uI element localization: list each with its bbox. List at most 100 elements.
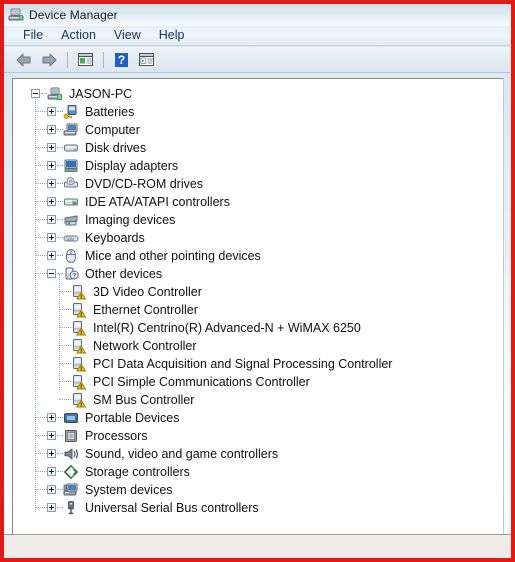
expand-box-ide-ata-atapi-controllers[interactable]	[47, 197, 56, 206]
tree-connector	[35, 435, 47, 436]
tree-label-storage-controllers: Storage controllers	[85, 465, 190, 479]
tree-label-imaging-devices: Imaging devices	[85, 213, 176, 227]
expand-box-universal-serial-bus-controllers[interactable]	[47, 503, 56, 512]
tree-row-universal-serial-bus-controllers[interactable]: Universal Serial Bus controllers	[13, 499, 503, 517]
processor-icon	[63, 428, 79, 444]
menu-file[interactable]: File	[14, 26, 52, 45]
unknown-device-warning-icon	[71, 302, 87, 318]
tree-label-universal-serial-bus-controllers: Universal Serial Bus controllers	[85, 501, 259, 515]
tree-label-computer: Computer	[85, 123, 140, 137]
tree-connector	[35, 183, 47, 184]
system-device-icon	[63, 482, 79, 498]
keyboard-icon	[63, 230, 79, 246]
tree-connector	[35, 201, 47, 202]
tree-connector	[35, 471, 47, 472]
menu-view[interactable]: View	[105, 26, 150, 45]
tree-row-sm-bus-controller[interactable]: SM Bus Controller	[13, 391, 503, 409]
tree-rows: Batteries Computer Disk drives Display adap…	[13, 103, 503, 517]
tree-label-disk-drives: Disk drives	[85, 141, 147, 155]
tree-row-sound-video-and-game-controllers[interactable]: Sound, video and game controllers	[13, 445, 503, 463]
properties-icon[interactable]	[73, 49, 97, 71]
expand-box-keyboards[interactable]	[47, 233, 56, 242]
tree-label-3d-video-controller: 3D Video Controller	[93, 285, 202, 299]
expand-box-dvd-cd-rom-drives[interactable]	[47, 179, 56, 188]
expand-box-sound-video-and-game-controllers[interactable]	[47, 449, 56, 458]
expand-box-computer[interactable]	[47, 125, 56, 134]
tree-label-portable-devices: Portable Devices	[85, 411, 180, 425]
tree-row-ide-ata-atapi-controllers[interactable]: IDE ATA/ATAPI controllers	[13, 193, 503, 211]
forward-arrow-icon[interactable]	[37, 49, 61, 71]
tree-row-computer[interactable]: Computer	[13, 121, 503, 139]
root-collapse-box[interactable]	[31, 89, 40, 98]
tree-label-network-controller: Network Controller	[93, 339, 197, 353]
computer-icon	[63, 122, 79, 138]
tree-row-ethernet-controller[interactable]: Ethernet Controller	[13, 301, 503, 319]
tree-row-network-controller[interactable]: Network Controller	[13, 337, 503, 355]
expand-box-portable-devices[interactable]	[47, 413, 56, 422]
unknown-device-warning-icon	[71, 284, 87, 300]
tree-row-dvd-cd-rom-drives[interactable]: DVD/CD-ROM drives	[13, 175, 503, 193]
tree-label-batteries: Batteries	[85, 105, 135, 119]
show-hidden-devices-icon[interactable]	[134, 49, 158, 71]
tree-row-processors[interactable]: Processors	[13, 427, 503, 445]
disk-drive-icon	[63, 140, 79, 156]
tree-row-pci-simple-communications-controller[interactable]: PCI Simple Communications Controller	[13, 373, 503, 391]
menu-action[interactable]: Action	[52, 26, 105, 45]
tree-row-intel-r-centrino-r-advanced-n-wimax-6250[interactable]: Intel(R) Centrino(R) Advanced-N + WiMAX …	[13, 319, 503, 337]
display-adapter-icon	[63, 158, 79, 174]
tree-connector	[59, 345, 71, 346]
tree-row-display-adapters[interactable]: Display adapters	[13, 157, 503, 175]
tree-row-batteries[interactable]: Batteries	[13, 103, 503, 121]
tree-label-sm-bus-controller: SM Bus Controller	[93, 393, 195, 407]
back-arrow-icon[interactable]	[12, 49, 36, 71]
help-icon[interactable]: ?	[109, 49, 133, 71]
unknown-device-warning-icon	[71, 338, 87, 354]
tree-label-system-devices: System devices	[85, 483, 173, 497]
tree-row-root[interactable]: JASON-PC	[13, 85, 503, 103]
tree-label-ide-ata-atapi-controllers: IDE ATA/ATAPI controllers	[85, 195, 230, 209]
menu-help[interactable]: Help	[150, 26, 194, 45]
tree-connector	[59, 291, 71, 292]
sound-controller-icon	[63, 446, 79, 462]
tree-connector	[35, 255, 47, 256]
tree-connector	[35, 237, 47, 238]
battery-icon	[63, 104, 79, 120]
tree-label-dvd-cd-rom-drives: DVD/CD-ROM drives	[85, 177, 204, 191]
window-inner: Device Manager File Action View Help ? J…	[4, 4, 511, 558]
tree-connector	[35, 453, 47, 454]
tree-row-pci-data-acquisition-and-signal-processing-controller[interactable]: PCI Data Acquisition and Signal Processi…	[13, 355, 503, 373]
unknown-device-warning-icon	[71, 320, 87, 336]
tree-label-display-adapters: Display adapters	[85, 159, 179, 173]
other-device-icon: ?	[63, 266, 79, 282]
tree-label-root: JASON-PC	[69, 87, 133, 101]
expand-box-processors[interactable]	[47, 431, 56, 440]
tree-row-portable-devices[interactable]: Portable Devices	[13, 409, 503, 427]
tree-connector	[59, 399, 71, 400]
svg-text:?: ?	[117, 53, 124, 67]
window-title: Device Manager	[29, 8, 118, 22]
tree-connector	[35, 507, 47, 508]
tree-row-other-devices[interactable]: ? Other devices	[13, 265, 503, 283]
expand-box-imaging-devices[interactable]	[47, 215, 56, 224]
computer-root-icon	[47, 86, 63, 102]
tree-connector	[35, 111, 47, 112]
tree-label-mice-and-other-pointing-devices: Mice and other pointing devices	[85, 249, 261, 263]
expand-box-disk-drives[interactable]	[47, 143, 56, 152]
expand-box-batteries[interactable]	[47, 107, 56, 116]
tree-row-system-devices[interactable]: System devices	[13, 481, 503, 499]
expand-box-display-adapters[interactable]	[47, 161, 56, 170]
device-tree-panel[interactable]: JASON-PC Batteries Computer Disk drives Dis…	[12, 78, 504, 536]
tree-label-pci-data-acquisition-and-signal-processing-controller: PCI Data Acquisition and Signal Processi…	[93, 357, 393, 371]
tree-label-pci-simple-communications-controller: PCI Simple Communications Controller	[93, 375, 310, 389]
tree-row-imaging-devices[interactable]: Imaging devices	[13, 211, 503, 229]
tree-row-storage-controllers[interactable]: Storage controllers	[13, 463, 503, 481]
tree-row-mice-and-other-pointing-devices[interactable]: Mice and other pointing devices	[13, 247, 503, 265]
expand-box-system-devices[interactable]	[47, 485, 56, 494]
expand-box-storage-controllers[interactable]	[47, 467, 56, 476]
collapse-box-other-devices[interactable]	[47, 269, 56, 278]
expand-box-mice-and-other-pointing-devices[interactable]	[47, 251, 56, 260]
tree-connector	[35, 219, 47, 220]
tree-row-keyboards[interactable]: Keyboards	[13, 229, 503, 247]
tree-row-3d-video-controller[interactable]: 3D Video Controller	[13, 283, 503, 301]
tree-row-disk-drives[interactable]: Disk drives	[13, 139, 503, 157]
